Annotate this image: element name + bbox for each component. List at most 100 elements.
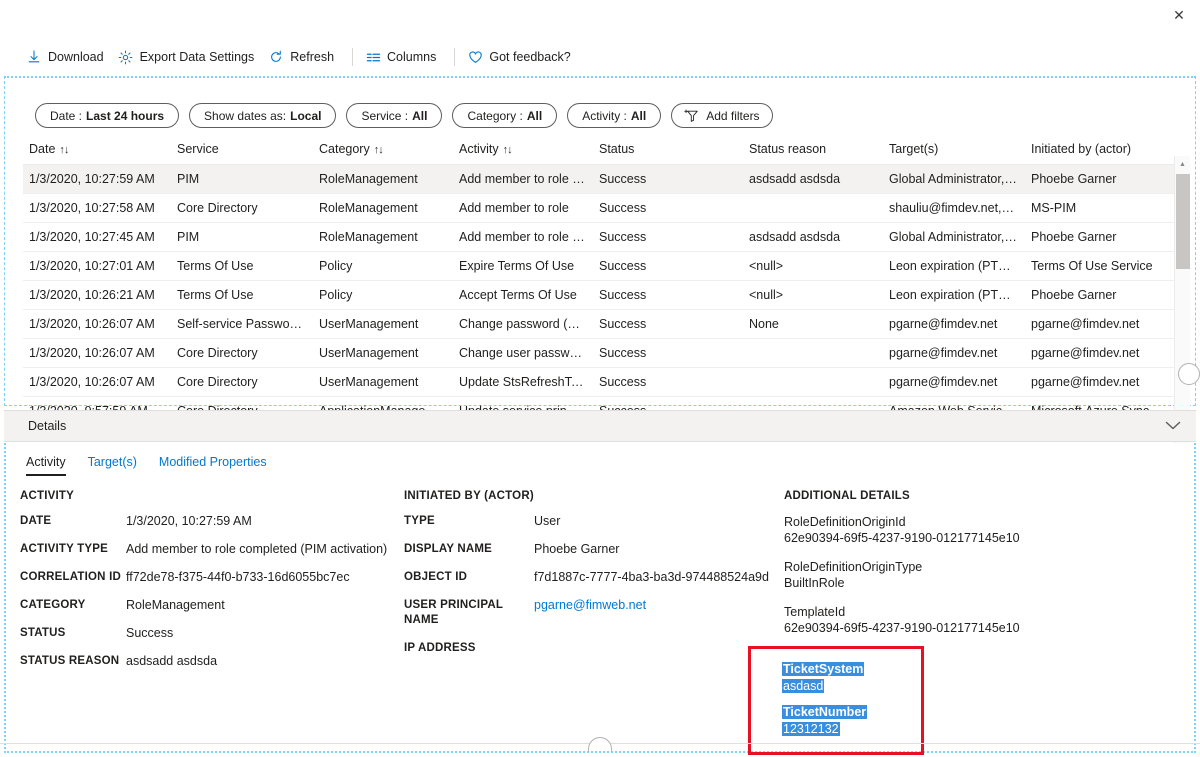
initiated-field-row: DISPLAY NAMEPhoebe Garner — [404, 542, 774, 557]
initiated-field-value[interactable]: pgarne@fimweb.net — [534, 598, 646, 628]
cell-service: Terms Of Use — [171, 252, 313, 281]
window-top-bar: ✕ — [0, 0, 1200, 30]
chevron-down-icon[interactable] — [1164, 418, 1182, 435]
ticketsystem-key-text: TicketSystem — [782, 662, 864, 676]
column-header-service[interactable]: Service — [171, 136, 313, 165]
column-header-status[interactable]: Status — [593, 136, 743, 165]
highlight-spacer — [782, 695, 867, 704]
filter-pill-category[interactable]: Category : All — [452, 103, 557, 128]
column-header-service-label: Service — [177, 142, 219, 156]
cell-targets: shauliu@fimdev.net, d1e... — [883, 194, 1025, 223]
column-header-targets[interactable]: Target(s) — [883, 136, 1025, 165]
tab-activity[interactable]: Activity — [26, 455, 66, 476]
table-row[interactable]: 1/3/2020, 10:27:01 AMTerms Of UsePolicyE… — [23, 252, 1175, 281]
close-icon[interactable]: ✕ — [1164, 3, 1194, 27]
activity-field-label: STATUS — [20, 626, 126, 641]
sort-arrows-icon[interactable]: ↑↓ — [59, 144, 68, 156]
cell-date: 1/3/2020, 10:26:07 AM — [23, 339, 171, 368]
cell-date: 1/3/2020, 10:27:01 AM — [23, 252, 171, 281]
download-icon — [26, 49, 42, 65]
table-row[interactable]: 1/3/2020, 10:27:58 AMCore DirectoryRoleM… — [23, 194, 1175, 223]
activity-field-row: CATEGORYRoleManagement — [20, 598, 400, 613]
cell-status: Success — [593, 339, 743, 368]
column-header-status-reason[interactable]: Status reason — [743, 136, 883, 165]
column-header-category[interactable]: Category ↑↓ — [313, 136, 453, 165]
columns-button[interactable]: Columns — [361, 45, 446, 69]
cell-activity: Add member to role req... — [453, 223, 593, 252]
cell-date: 1/3/2020, 10:26:07 AM — [23, 368, 171, 397]
cell-service: PIM — [171, 165, 313, 194]
cell-date: 1/3/2020, 10:27:59 AM — [23, 165, 171, 194]
activity-field-label: DATE — [20, 514, 126, 529]
filter-pill-category-prefix: Category : — [467, 109, 522, 123]
cell-service: Self-service Password M... — [171, 310, 313, 339]
column-header-activity[interactable]: Activity↑↓ — [453, 136, 593, 165]
filter-pill-service-value: All — [412, 109, 427, 123]
cell-activity: Add member to role — [453, 194, 593, 223]
panel-resize-grip[interactable] — [1178, 363, 1200, 385]
cell-category: UserManagement — [313, 339, 453, 368]
export-data-settings-button[interactable]: Export Data Settings — [114, 45, 265, 69]
ticketnumber-value-text: 12312132 — [782, 722, 840, 736]
activity-field-value: Add member to role completed (PIM activa… — [126, 542, 387, 557]
column-header-status-label: Status — [599, 142, 634, 156]
details-initiated-by-column: INITIATED BY (ACTOR) TYPEUserDISPLAY NAM… — [404, 490, 774, 669]
cell-category: RoleManagement — [313, 223, 453, 252]
sort-arrows-icon[interactable]: ↑↓ — [503, 144, 512, 156]
cell-targets: pgarne@fimdev.net — [883, 310, 1025, 339]
table-row[interactable]: 1/3/2020, 10:26:07 AMCore DirectoryUserM… — [23, 368, 1175, 397]
details-title: Details — [28, 419, 66, 433]
cell-service: Core Directory — [171, 368, 313, 397]
refresh-button[interactable]: Refresh — [264, 45, 344, 69]
initiated-field-label: IP ADDRESS — [404, 641, 534, 656]
add-filters-button[interactable]: Add filters — [671, 103, 772, 128]
activity-field-label: CORRELATION ID — [20, 570, 126, 585]
cell-service: Terms Of Use — [171, 281, 313, 310]
table-row[interactable]: 1/3/2020, 10:26:07 AMCore DirectoryUserM… — [23, 339, 1175, 368]
filter-pill-activity[interactable]: Activity : All — [567, 103, 661, 128]
toolbar-divider-1 — [352, 48, 353, 66]
cell-initiated_by: Phoebe Garner — [1025, 281, 1175, 310]
cell-date: 1/3/2020, 10:27:58 AM — [23, 194, 171, 223]
initiated-field-label: USER PRINCIPAL NAME — [404, 598, 534, 628]
column-header-category-label: Category — [319, 142, 370, 156]
additional-detail-pair: RoleDefinitionOriginId62e90394-69f5-4237… — [784, 514, 1114, 546]
table-row[interactable]: 1/3/2020, 10:27:45 AMPIMRoleManagementAd… — [23, 223, 1175, 252]
cell-activity: Update StsRefreshToken... — [453, 368, 593, 397]
table-row[interactable]: 1/3/2020, 10:26:07 AMSelf-service Passwo… — [23, 310, 1175, 339]
filter-pill-show-dates-as[interactable]: Show dates as: Local — [189, 103, 336, 128]
heart-icon — [467, 49, 483, 65]
got-feedback-button[interactable]: Got feedback? — [463, 45, 580, 69]
cell-service: Core Directory — [171, 194, 313, 223]
filter-pill-activity-value: All — [631, 109, 646, 123]
tab-targets[interactable]: Target(s) — [88, 455, 137, 476]
tab-modified-properties[interactable]: Modified Properties — [159, 455, 267, 476]
cell-activity: Change user password — [453, 339, 593, 368]
cell-service: PIM — [171, 223, 313, 252]
highlighted-pair-ticketsystem-key: TicketSystem — [782, 661, 864, 677]
column-header-date[interactable]: Date ↑↓ — [23, 136, 171, 165]
scroll-up-icon[interactable]: ▲ — [1175, 156, 1190, 172]
table-row[interactable]: 1/3/2020, 10:27:59 AMPIMRoleManagementAd… — [23, 165, 1175, 194]
details-tabs: Activity Target(s) Modified Properties — [26, 455, 267, 476]
column-header-initiated-by[interactable]: Initiated by (actor) — [1025, 136, 1175, 165]
activity-field-value: ff72de78-f375-44f0-b733-16d6055bc7ec — [126, 570, 350, 585]
command-bar: Download Export Data Settings Refresh Co… — [0, 40, 1200, 74]
audit-log-table: Date ↑↓ Service Category ↑↓ Activity↑↓ Sta… — [23, 136, 1175, 426]
sort-arrows-icon[interactable]: ↑↓ — [374, 144, 383, 156]
cell-category: RoleManagement — [313, 165, 453, 194]
download-button[interactable]: Download — [22, 45, 114, 69]
details-panel-header[interactable]: Details — [4, 410, 1196, 442]
filter-pill-service[interactable]: Service : All — [346, 103, 442, 128]
scrollbar-thumb[interactable] — [1176, 174, 1190, 269]
cell-initiated_by: Terms Of Use Service — [1025, 252, 1175, 281]
filter-pill-date[interactable]: Date : Last 24 hours — [35, 103, 179, 128]
activity-field-label: CATEGORY — [20, 598, 126, 613]
details-additional-pairs: RoleDefinitionOriginId62e90394-69f5-4237… — [784, 514, 1114, 636]
table-row[interactable]: 1/3/2020, 10:26:21 AMTerms Of UsePolicyA… — [23, 281, 1175, 310]
cell-category: RoleManagement — [313, 194, 453, 223]
cell-initiated_by: Phoebe Garner — [1025, 223, 1175, 252]
panel-bottom-drag-handle[interactable] — [0, 743, 1200, 757]
cell-status_reason — [743, 368, 883, 397]
column-header-date-label: Date — [29, 142, 55, 156]
